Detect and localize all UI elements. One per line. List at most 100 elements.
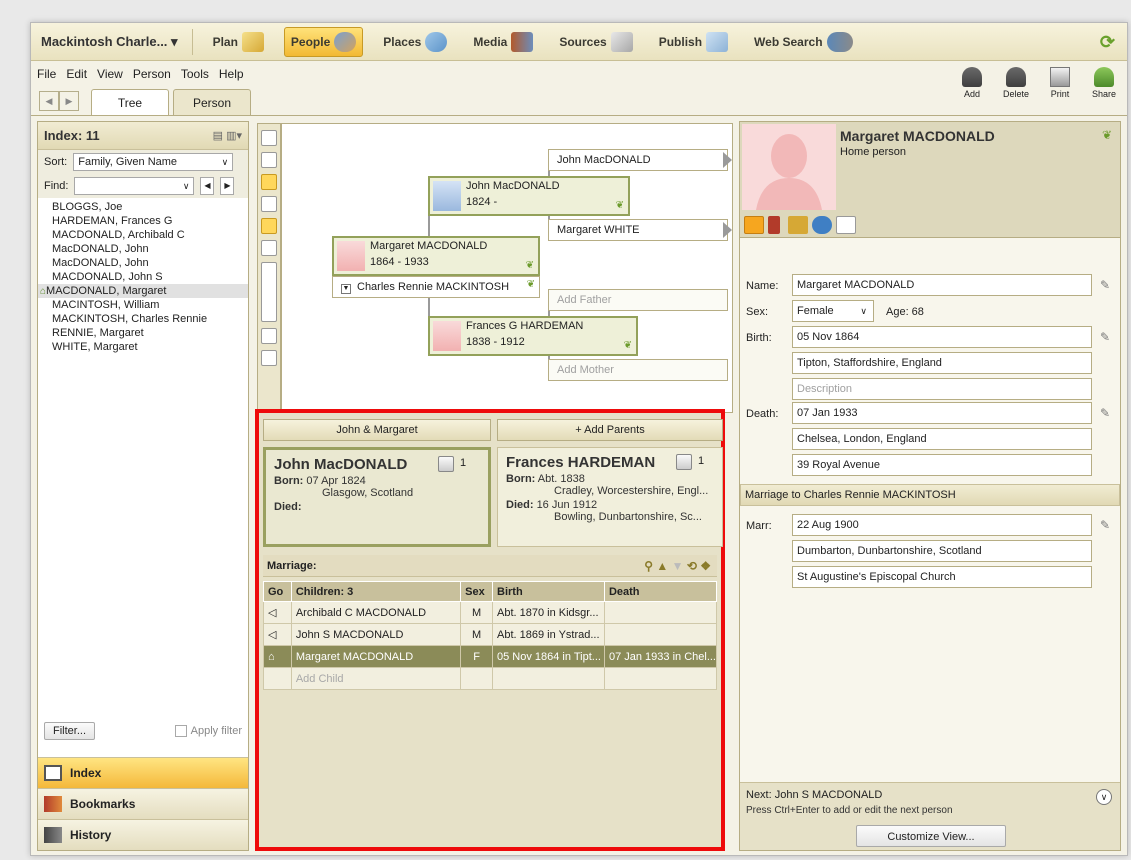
expand-arrow-icon[interactable]	[723, 152, 732, 168]
add-mother-box[interactable]: Add Mother	[548, 359, 728, 381]
side-nav-index[interactable]: Index	[38, 757, 248, 788]
next-person[interactable]: Next: John S MACDONALD	[746, 789, 882, 801]
tree-icon[interactable]: ❖	[700, 559, 711, 573]
menu-person[interactable]: Person	[133, 67, 171, 81]
web-tab-icon[interactable]	[812, 216, 832, 234]
grandmother-box[interactable]: Margaret WHITE	[548, 219, 728, 241]
move-up-icon[interactable]: ▲	[656, 559, 668, 573]
couple-header[interactable]: John & Margaret	[263, 419, 491, 441]
nav-places[interactable]: Places	[377, 27, 453, 57]
columns-icon[interactable]: ▤ ▥▾	[213, 129, 242, 142]
forward-button[interactable]: ▶	[59, 91, 79, 111]
family-tree-icon[interactable]	[261, 350, 277, 366]
marriage-description-field[interactable]: St Augustine's Episcopal Church	[792, 566, 1092, 588]
table-row-selected[interactable]: ⌂ Margaret MACDONALD F 05 Nov 1864 in Ti…	[263, 645, 718, 668]
delete-button[interactable]: Delete	[999, 67, 1033, 99]
death-place-field[interactable]: Chelsea, London, England	[792, 428, 1092, 450]
hint-leaf-icon[interactable]: ❦	[1102, 128, 1112, 142]
menu-edit[interactable]: Edit	[66, 67, 87, 81]
tab-tree[interactable]: Tree	[91, 89, 169, 115]
add-button[interactable]: Add	[955, 67, 989, 99]
find-prev-button[interactable]: ◀	[200, 177, 215, 195]
grandfather-box[interactable]: John MacDONALD	[548, 149, 728, 171]
list-item[interactable]: MacDONALD, John	[38, 242, 248, 256]
hint-leaf-icon[interactable]: ❦	[527, 275, 535, 295]
edit-pen-icon[interactable]: ✎	[1100, 406, 1114, 420]
pedigree-view-icon[interactable]	[261, 174, 277, 190]
home-icon[interactable]: ⌂	[263, 645, 292, 668]
ancestry-leaf-icon[interactable]: ⟳	[1100, 32, 1115, 53]
add-father-box[interactable]: Add Father	[548, 289, 728, 311]
side-nav-bookmarks[interactable]: Bookmarks	[38, 788, 248, 819]
find-input[interactable]: ∨	[74, 177, 195, 195]
table-row[interactable]: ◁ John S MACDONALD M Abt. 1869 in Ystrad…	[263, 623, 718, 646]
apply-filter-checkbox[interactable]	[174, 725, 187, 737]
go-button[interactable]: ◁	[263, 623, 292, 646]
menu-file[interactable]: File	[37, 67, 56, 81]
chevron-down-icon[interactable]: ∨	[1096, 789, 1112, 805]
hint-leaf-icon[interactable]: ❦	[624, 340, 632, 351]
nav-publish[interactable]: Publish	[653, 27, 734, 57]
apply-filter[interactable]: Apply filter	[174, 725, 242, 737]
hint-leaf-icon[interactable]: ❦	[526, 260, 534, 271]
share-button[interactable]: Share	[1087, 67, 1121, 99]
marriage-header[interactable]: Marriage to Charles Rennie MACKINTOSH	[740, 484, 1120, 506]
list-item[interactable]: RENNIE, Margaret	[38, 326, 248, 340]
list-item[interactable]: MACDONALD, John S	[38, 270, 248, 284]
list-item[interactable]: MacDONALD, John	[38, 256, 248, 270]
column-header[interactable]: Sex	[460, 581, 493, 602]
tab-person[interactable]: Person	[173, 89, 251, 115]
father-family-card[interactable]: John MacDONALD 1 Born: 07 Apr 1824 Glasg…	[263, 447, 491, 547]
nav-web-search[interactable]: Web Search	[748, 27, 858, 57]
root-person-card[interactable]: Margaret MACDONALD 1864 - 1933 ❦	[332, 236, 540, 276]
person-card-icon[interactable]	[261, 218, 277, 234]
menu-tools[interactable]: Tools	[181, 67, 209, 81]
add-child-row[interactable]: Add Child	[263, 667, 718, 690]
death-date-field[interactable]: 07 Jan 1933	[792, 402, 1092, 424]
female-silhouette-icon[interactable]	[742, 124, 836, 210]
list-item[interactable]: MACINTOSH, William	[38, 298, 248, 312]
column-header[interactable]: Death	[603, 581, 718, 602]
go-button[interactable]: ◁	[263, 601, 292, 624]
nav-plan[interactable]: Plan	[207, 27, 270, 57]
find-next-button[interactable]: ▶	[220, 177, 235, 195]
nav-sources[interactable]: Sources	[553, 27, 638, 57]
zoom-slider[interactable]	[261, 262, 277, 322]
birth-description-field[interactable]: Description	[792, 378, 1092, 400]
sex-select[interactable]: Female ∨	[792, 300, 874, 322]
marriage-date-field[interactable]: 22 Aug 1900	[792, 514, 1092, 536]
sort-icon[interactable]: ⟲	[687, 559, 697, 573]
tag-tab-icon[interactable]	[836, 216, 856, 234]
list-item[interactable]: MACDONALD, Archibald C	[38, 228, 248, 242]
notes-tab-icon[interactable]	[788, 216, 808, 234]
column-header[interactable]: Birth	[492, 581, 605, 602]
name-field[interactable]: Margaret MACDONALD	[792, 274, 1092, 296]
expand-arrow-icon[interactable]	[723, 222, 732, 238]
move-down-icon[interactable]: ▼	[672, 559, 684, 573]
edit-pen-icon[interactable]: ✎	[1100, 278, 1114, 292]
nav-people[interactable]: People	[283, 26, 364, 57]
table-row[interactable]: ◁ Archibald C MACDONALD M Abt. 1870 in K…	[263, 601, 718, 624]
birth-date-field[interactable]: 05 Nov 1864	[792, 326, 1092, 348]
death-description-field[interactable]: 39 Royal Avenue	[792, 454, 1092, 476]
list-item-selected[interactable]: ⌂MACDONALD, Margaret	[38, 284, 248, 298]
edit-pen-icon[interactable]: ✎	[1100, 518, 1114, 532]
list-view-icon[interactable]	[261, 130, 277, 146]
birth-place-field[interactable]: Tipton, Staffordshire, England	[792, 352, 1092, 374]
chevron-down-icon[interactable]: ▼	[341, 284, 351, 294]
add-child-icon[interactable]: ⚲	[644, 559, 653, 573]
menu-help[interactable]: Help	[219, 67, 244, 81]
column-header[interactable]: Children: 3	[290, 581, 462, 602]
zoom-in-icon[interactable]	[261, 240, 277, 256]
back-button[interactable]: ◀	[39, 91, 59, 111]
hint-leaf-icon[interactable]: ❦	[616, 200, 624, 211]
sort-select[interactable]: Family, Given Name ∨	[73, 153, 234, 171]
bookmark-tab-icon[interactable]	[768, 216, 780, 234]
side-nav-history[interactable]: History	[38, 819, 248, 850]
list-item[interactable]: HARDEMAN, Frances G	[38, 214, 248, 228]
add-parents-button[interactable]: + Add Parents	[497, 419, 723, 441]
column-header[interactable]: Go	[263, 581, 292, 602]
menu-view[interactable]: View	[97, 67, 123, 81]
customize-view-button[interactable]: Customize View...	[856, 825, 1006, 847]
edit-facts-tab-icon[interactable]	[744, 216, 764, 234]
